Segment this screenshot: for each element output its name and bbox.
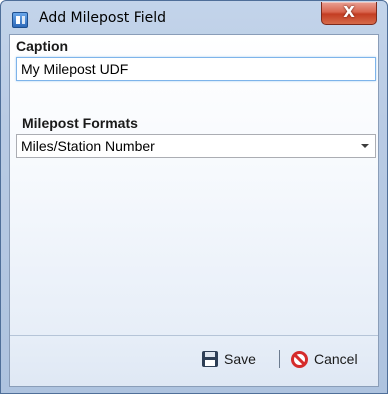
caption-label: Caption bbox=[16, 38, 69, 54]
app-icon bbox=[12, 12, 28, 28]
chevron-down-icon[interactable] bbox=[361, 144, 369, 148]
save-button[interactable]: Save bbox=[198, 348, 260, 370]
footer-divider bbox=[10, 335, 378, 336]
dialog-body: Caption My Milepost UDF Milepost Formats… bbox=[9, 34, 379, 387]
window-title: Add Milepost Field bbox=[39, 10, 167, 26]
no-entry-icon bbox=[291, 350, 308, 368]
title-bar[interactable]: Add Milepost Field X bbox=[1, 1, 387, 35]
floppy-disk-icon bbox=[202, 351, 218, 367]
cancel-button-label: Cancel bbox=[314, 351, 358, 367]
toolbar-separator bbox=[279, 350, 280, 368]
caption-input[interactable]: My Milepost UDF bbox=[16, 57, 376, 81]
milepost-formats-select[interactable]: Miles/Station Number bbox=[16, 134, 376, 158]
milepost-formats-value: Miles/Station Number bbox=[21, 138, 155, 154]
milepost-formats-label: Milepost Formats bbox=[22, 115, 138, 131]
cancel-button[interactable]: Cancel bbox=[289, 348, 360, 370]
close-icon: X bbox=[343, 3, 355, 21]
close-button[interactable]: X bbox=[321, 2, 377, 25]
dialog-window: Add Milepost Field X Caption My Milepost… bbox=[0, 0, 388, 394]
save-button-label: Save bbox=[224, 351, 256, 367]
